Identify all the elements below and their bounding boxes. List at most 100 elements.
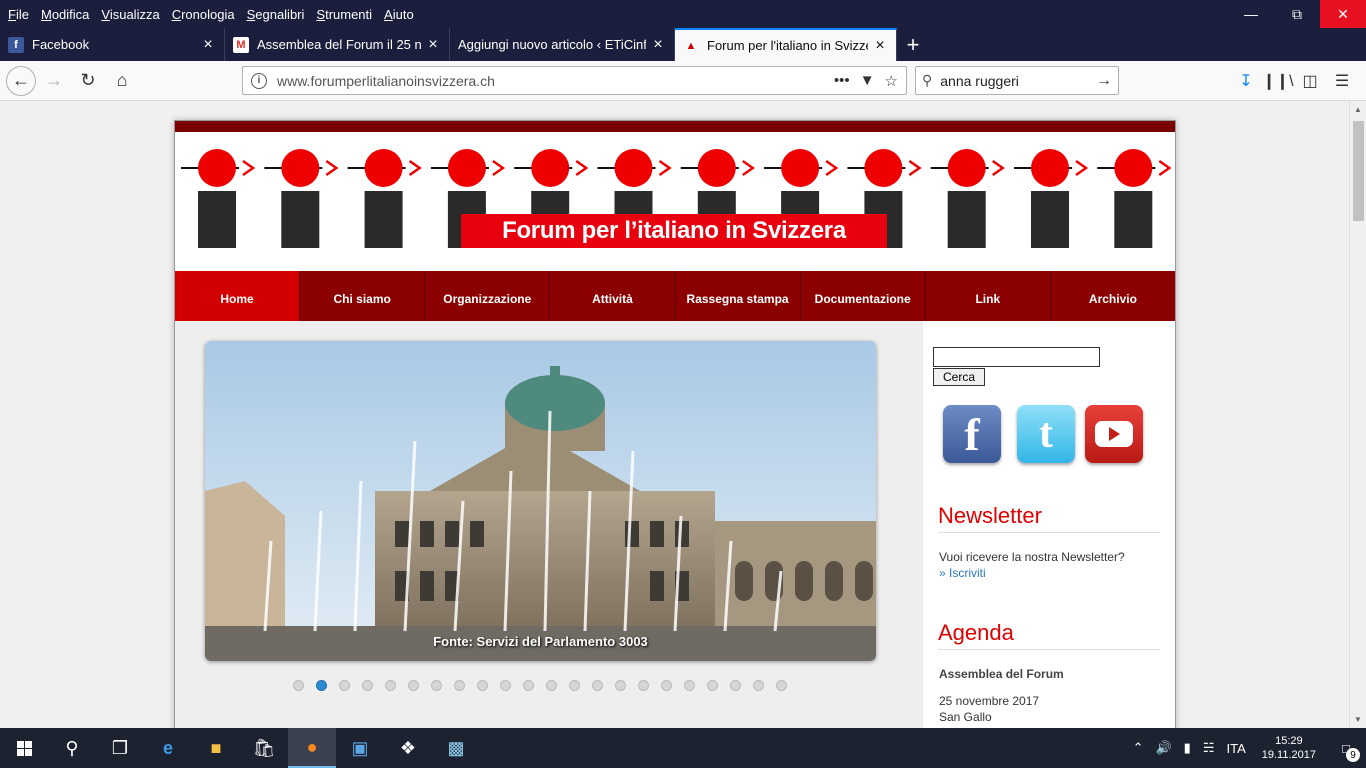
downloads-button[interactable]: ↧ [1230,65,1262,97]
file-explorer-button[interactable]: ■ [192,728,240,768]
url-bar[interactable]: i www.forumperlitalianoinsvizzera.ch •••… [242,66,907,95]
app-button[interactable]: ▣ [336,728,384,768]
slider-dot[interactable] [661,680,672,691]
slider-dot[interactable] [569,680,580,691]
slider-dot[interactable] [293,680,304,691]
slider-dot[interactable] [730,680,741,691]
edge-icon: e [162,737,173,758]
slider-dot[interactable] [362,680,373,691]
nav-link[interactable]: Link [926,271,1051,321]
action-center-button[interactable]: □ 9 [1326,728,1366,768]
newsletter-subscribe-link[interactable]: » Iscriviti [939,566,986,580]
nav-attivita[interactable]: Attività [550,271,676,321]
tab-forum-active[interactable]: ▲ Forum per l'italiano in Svizzera × [675,28,897,61]
chevron-up-icon[interactable]: ⌃ [1127,740,1150,756]
tab-close-icon[interactable]: × [650,36,666,54]
scroll-down-icon[interactable]: ▼ [1350,711,1366,728]
slider-dot[interactable] [638,680,649,691]
tab-title: Assemblea del Forum il 25 nove [257,37,421,52]
store-button[interactable]: 🛍 [240,728,288,768]
edge-button[interactable]: e [144,728,192,768]
nav-rassegna-stampa[interactable]: Rassegna stampa [676,271,801,321]
slider-dot[interactable] [684,680,695,691]
pocket-icon[interactable]: ▼ [860,72,875,89]
start-button[interactable] [0,728,48,768]
facebook-icon[interactable]: f [943,405,1001,463]
new-tab-button[interactable]: + [897,28,929,61]
wifi-icon[interactable]: ☵ [1197,740,1221,756]
tab-close-icon[interactable]: × [200,36,216,54]
home-button[interactable]: ⌂ [106,65,138,97]
clock[interactable]: 15:29 19.11.2017 [1252,734,1326,762]
language-indicator[interactable]: ITA [1220,741,1251,756]
nav-chi-siamo[interactable]: Chi siamo [300,271,426,321]
slider-dot[interactable] [477,680,488,691]
menu-modifica[interactable]: Modifica [35,7,95,22]
slider-dot[interactable] [615,680,626,691]
gmail-icon: M [233,36,249,53]
scroll-up-icon[interactable]: ▲ [1350,101,1366,118]
scroll-thumb[interactable] [1353,121,1364,221]
slider-dot[interactable] [385,680,396,691]
search-bar[interactable]: ⚲ → [915,66,1119,95]
slider-dot[interactable] [500,680,511,691]
info-icon[interactable]: i [251,72,267,89]
page-actions-icon[interactable]: ••• [834,72,850,89]
dropbox-button[interactable]: ❖ [384,728,432,768]
forward-button[interactable]: → [38,65,70,97]
page-scrollbar[interactable]: ▲ ▼ [1349,101,1366,728]
close-icon: ✕ [1337,5,1349,22]
newsletter-text: Vuoi ricevere la nostra Newsletter? [939,550,1125,564]
menu-aiuto[interactable]: Aiuto [378,7,420,22]
tab-eticinfo[interactable]: Aggiungi nuovo articolo ‹ ETiCinfor × [450,28,675,61]
library-button[interactable]: ❙❙\ [1262,65,1294,97]
slider-dot[interactable] [339,680,350,691]
slider-dot[interactable] [546,680,557,691]
notes-button[interactable]: ▩ [432,728,480,768]
slider-dot[interactable] [523,680,534,691]
restore-button[interactable]: ⧉ [1274,0,1320,28]
search-taskbar-button[interactable]: ⚲ [48,728,96,768]
search-go-icon[interactable]: → [1096,72,1112,90]
menu-strumenti[interactable]: Strumenti [310,7,378,22]
reload-button[interactable]: ↻ [72,65,104,97]
clock-time: 15:29 [1275,735,1303,747]
site-search-input[interactable] [933,347,1100,367]
tab-close-icon[interactable]: × [872,37,888,55]
nav-organizzazione[interactable]: Organizzazione [425,271,551,321]
close-window-button[interactable]: ✕ [1320,0,1366,28]
slider-dot[interactable] [776,680,787,691]
nav-documentazione[interactable]: Documentazione [801,271,926,321]
slider-dot[interactable] [753,680,764,691]
tab-gmail[interactable]: M Assemblea del Forum il 25 nove × [225,28,450,61]
menu-cronologia[interactable]: Cronologia [166,7,241,22]
nav-archivio[interactable]: Archivio [1051,271,1175,321]
bookmark-star-icon[interactable]: ☆ [885,72,898,90]
minimize-button[interactable]: — [1228,0,1274,28]
slider-dot[interactable] [454,680,465,691]
search-button[interactable]: Cerca [933,368,985,386]
image-slider[interactable]: Fonte: Servizi del Parlamento 3003 [205,341,876,661]
slider-dot[interactable] [707,680,718,691]
task-view-button[interactable]: ❐ [96,728,144,768]
nav-home[interactable]: Home [175,271,301,321]
url-text[interactable]: www.forumperlitalianoinsvizzera.ch [277,73,824,89]
menu-visualizza[interactable]: Visualizza [95,7,165,22]
youtube-icon[interactable] [1085,405,1143,463]
tab-close-icon[interactable]: × [425,36,441,54]
twitter-icon[interactable]: t [1017,405,1075,463]
slider-dot[interactable] [431,680,442,691]
slider-dot[interactable] [592,680,603,691]
volume-icon[interactable]: 🔊 [1149,740,1177,756]
menu-file[interactable]: File [2,7,35,22]
tab-facebook[interactable]: f Facebook × [0,28,225,61]
slider-dot[interactable] [316,680,327,691]
back-button[interactable]: ← [6,65,36,96]
sidebar-button[interactable]: ◫ [1294,65,1326,97]
search-input[interactable] [940,72,1096,89]
firefox-button[interactable]: ● [288,728,336,768]
menu-segnalibri[interactable]: Segnalibri [241,7,311,22]
battery-icon[interactable]: ▮ [1178,740,1197,756]
slider-dot[interactable] [408,680,419,691]
menu-button[interactable]: ☰ [1326,65,1358,97]
